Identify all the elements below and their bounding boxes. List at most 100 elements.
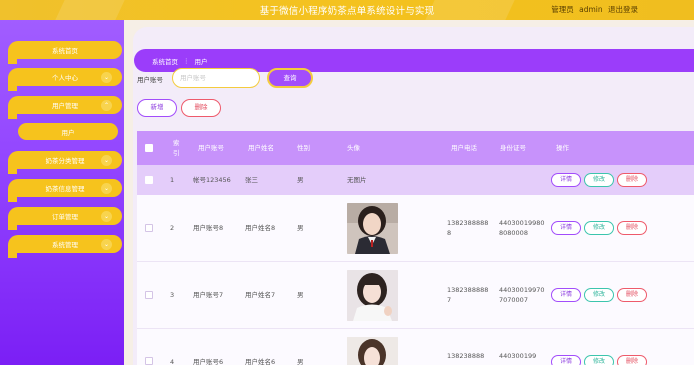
user-area: 管理员 admin 退出登录 — [548, 4, 638, 15]
sidebar-item-tea-category[interactable]: 奶茶分类管理 ⌄ — [8, 151, 122, 174]
breadcrumb-separator: ⋮ — [183, 56, 190, 65]
cell-index: 3 — [170, 291, 175, 299]
username-label: admin — [579, 5, 603, 14]
search-button[interactable]: 查询 — [267, 68, 313, 88]
sidebar: 系统首页 个人中心 ⌄ 用户管理 ⌃ 用户 奶茶分类管理 ⌄ 奶茶信息管理 ⌄ … — [0, 20, 124, 365]
sidebar-item-label: 奶茶信息管理 — [45, 185, 85, 193]
delete-button[interactable]: 删除 — [617, 288, 647, 302]
sidebar-item-label: 个人中心 — [52, 74, 78, 82]
row-checkbox[interactable] — [145, 357, 153, 365]
delete-button[interactable]: 删除 — [617, 173, 647, 187]
tab-tail-decoration — [8, 196, 17, 202]
sidebar-item-label: 系统首页 — [52, 47, 78, 55]
cell-idcard: 440300199707070007 — [499, 286, 545, 304]
table-row: 1 帐号123456 张三 男 无图片 详情 修改 删除 — [137, 165, 694, 195]
role-label: 管理员 — [551, 5, 574, 14]
tab-tail-decoration — [8, 168, 17, 174]
sidebar-item-orders[interactable]: 订单管理 ⌄ — [8, 207, 122, 230]
header-name: 用户姓名 — [248, 144, 274, 152]
sidebar-subitem-users[interactable]: 用户 — [18, 123, 118, 140]
tab-tail-decoration — [8, 85, 17, 91]
header-ops: 操作 — [556, 144, 569, 152]
cell-account: 用户账号8 — [193, 224, 224, 232]
cell-avatar-text: 无图片 — [347, 176, 367, 184]
tab-tail-decoration — [8, 58, 17, 64]
row-actions: 详情 修改 删除 — [551, 355, 647, 365]
tab-tail-decoration — [8, 113, 17, 119]
sidebar-item-user-management[interactable]: 用户管理 ⌃ — [8, 96, 122, 119]
edit-button[interactable]: 修改 — [584, 288, 614, 302]
add-button[interactable]: 新增 — [137, 99, 177, 117]
cell-index: 2 — [170, 224, 175, 232]
header-account: 用户账号 — [198, 144, 224, 152]
cell-gender: 男 — [297, 224, 304, 232]
avatar-photo — [347, 269, 398, 321]
cell-idcard: 440300199 — [499, 352, 537, 360]
cell-gender: 男 — [297, 291, 304, 299]
avatar-photo — [347, 202, 398, 254]
cell-phone: 138238888 — [447, 352, 485, 360]
table-row: 3 用户账号7 用户姓名7 男 13823888887 440300199707… — [137, 262, 694, 329]
tab-tail-decoration — [8, 224, 17, 230]
detail-button[interactable]: 详情 — [551, 288, 581, 302]
chevron-down-icon: ⌄ — [101, 155, 112, 166]
table-header: 索引 用户账号 用户姓名 性别 头像 用户电话 身份证号 操作 — [137, 131, 694, 165]
cell-index: 4 — [170, 358, 175, 365]
cell-phone: 13823888887 — [447, 286, 489, 304]
avatar-photo — [347, 337, 398, 365]
edit-button[interactable]: 修改 — [584, 173, 614, 187]
logout-link[interactable]: 退出登录 — [608, 5, 638, 14]
top-bar: 基于微信小程序奶茶点单系统设计与实现 管理员 admin 退出登录 — [0, 0, 694, 20]
row-actions: 详情 修改 删除 — [551, 173, 647, 187]
cell-name: 用户姓名8 — [245, 224, 276, 232]
sidebar-item-label: 奶茶分类管理 — [45, 157, 85, 165]
sidebar-item-profile[interactable]: 个人中心 ⌄ — [8, 68, 122, 91]
chevron-down-icon: ⌄ — [101, 239, 112, 250]
batch-delete-button[interactable]: 删除 — [181, 99, 221, 117]
row-actions: 详情 修改 删除 — [551, 221, 647, 235]
sidebar-item-home[interactable]: 系统首页 — [8, 41, 122, 64]
chevron-down-icon: ⌄ — [101, 183, 112, 194]
edit-button[interactable]: 修改 — [584, 221, 614, 235]
row-checkbox[interactable] — [145, 176, 153, 184]
row-checkbox[interactable] — [145, 291, 153, 299]
sidebar-item-label: 用户管理 — [52, 102, 78, 110]
header-avatar: 头像 — [347, 144, 360, 152]
row-actions: 详情 修改 删除 — [551, 288, 647, 302]
edit-button[interactable]: 修改 — [584, 355, 614, 365]
cell-account: 用户账号7 — [193, 291, 224, 299]
breadcrumb-current: 用户 — [194, 57, 208, 66]
sidebar-item-system[interactable]: 系统管理 ⌄ — [8, 235, 122, 258]
cell-name: 张三 — [245, 176, 258, 184]
breadcrumb-home[interactable]: 系统首页 — [152, 56, 178, 66]
detail-button[interactable]: 详情 — [551, 221, 581, 235]
header-index: 索引 — [173, 139, 180, 157]
cell-phone: 13823888888 — [447, 219, 489, 237]
search-label: 用户账号 — [137, 76, 163, 84]
cell-idcard: 440300199808080008 — [499, 219, 545, 237]
sidebar-item-tea-info[interactable]: 奶茶信息管理 ⌄ — [8, 179, 122, 202]
delete-button[interactable]: 删除 — [617, 355, 647, 365]
cell-account: 帐号123456 — [193, 176, 231, 184]
cell-name: 用户姓名7 — [245, 291, 276, 299]
search-input[interactable] — [172, 68, 260, 88]
table-row: 4 用户账号6 用户姓名6 男 138238888 440300199 详情 修… — [137, 329, 694, 365]
header-idcard: 身份证号 — [500, 144, 526, 152]
delete-button[interactable]: 删除 — [617, 221, 647, 235]
cell-gender: 男 — [297, 176, 304, 184]
chevron-down-icon: ⌄ — [101, 72, 112, 83]
header-phone: 用户电话 — [451, 144, 477, 152]
sidebar-subitem-label: 用户 — [61, 128, 75, 137]
header-gender: 性别 — [297, 144, 310, 152]
select-all-checkbox[interactable] — [145, 144, 153, 152]
detail-button[interactable]: 详情 — [551, 173, 581, 187]
cell-account: 用户账号6 — [193, 358, 224, 365]
row-checkbox[interactable] — [145, 224, 153, 232]
chevron-up-icon: ⌃ — [101, 100, 112, 111]
tab-tail-decoration — [8, 252, 17, 258]
table-row: 2 用户账号8 用户姓名8 男 13823888888 440300199808… — [137, 195, 694, 262]
cell-name: 用户姓名6 — [245, 358, 276, 365]
sidebar-item-label: 订单管理 — [52, 213, 78, 221]
chevron-down-icon: ⌄ — [101, 211, 112, 222]
detail-button[interactable]: 详情 — [551, 355, 581, 365]
